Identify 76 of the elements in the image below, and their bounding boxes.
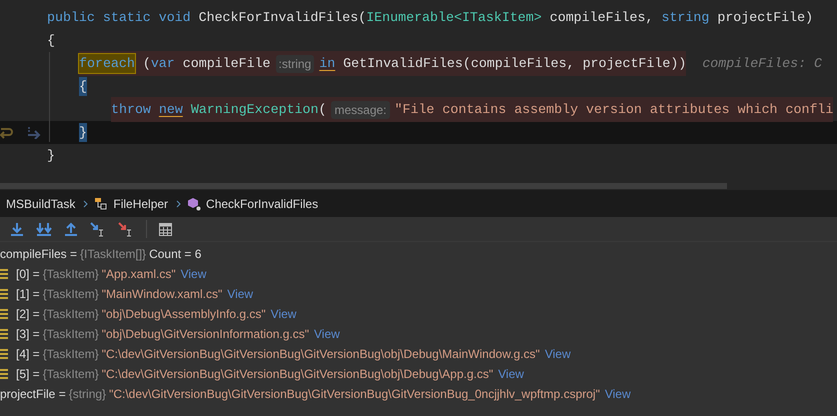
- view-link[interactable]: View: [498, 365, 524, 383]
- keyword: var: [150, 54, 175, 73]
- keyword: foreach: [79, 54, 135, 74]
- parameter-hint: :string: [276, 54, 314, 72]
- field-icon: [0, 349, 8, 359]
- variable-name: [2] =: [16, 306, 40, 323]
- variable-value: "obj\Debug\GitVersionInformation.g.cs": [102, 326, 310, 343]
- parameter-hint: message:: [331, 100, 390, 118]
- code-text: CheckForInvalidFiles(: [198, 8, 366, 27]
- variable-type: {string}: [68, 386, 106, 403]
- code-text: {: [79, 76, 87, 96]
- field-icon: [0, 289, 8, 299]
- field-icon: [0, 329, 8, 339]
- keyword: string: [661, 8, 710, 27]
- variable-value: "App.xaml.cs": [102, 266, 176, 283]
- view-link[interactable]: View: [604, 385, 631, 403]
- keyword: new: [158, 100, 183, 119]
- code-text: (: [318, 100, 326, 119]
- variable-value: "MainWindow.xaml.cs": [102, 286, 222, 303]
- horizontal-scrollbar[interactable]: [0, 183, 727, 189]
- field-icon: [0, 309, 8, 319]
- code-text: projectFile): [716, 8, 814, 27]
- variable-type: {ITaskItem[]}: [80, 246, 146, 263]
- variable-name: [0] =: [16, 266, 40, 283]
- variable-name: [4] =: [16, 346, 40, 363]
- cube-icon: [187, 196, 202, 210]
- keyword: in: [319, 54, 336, 73]
- variable-type: {TaskItem}: [42, 346, 99, 363]
- string-literal: "File contains assembly version attributes which confli: [394, 100, 834, 119]
- view-link[interactable]: View: [314, 325, 340, 343]
- variable-type: {TaskItem}: [42, 366, 99, 383]
- variable-value: Count = 6: [149, 246, 202, 263]
- field-icon: [0, 269, 8, 279]
- code-text: (: [142, 54, 151, 73]
- view-link[interactable]: View: [227, 285, 254, 303]
- code-text: compileFiles,: [548, 8, 654, 27]
- return-arrow-icon[interactable]: [0, 126, 13, 139]
- variable-type: {TaskItem}: [42, 326, 99, 343]
- table-icon[interactable]: [159, 222, 172, 236]
- variable-type: {TaskItem}: [42, 286, 99, 303]
- view-link[interactable]: View: [270, 305, 296, 323]
- breadcrumb-item[interactable]: FileHelper: [113, 194, 168, 212]
- code-text: }: [47, 146, 55, 165]
- variable-type: {TaskItem}: [42, 266, 99, 283]
- view-link[interactable]: View: [180, 265, 206, 283]
- step-up-icon[interactable]: [64, 222, 78, 236]
- code-text: {: [47, 32, 55, 50]
- variable-value: "obj\Debug\AssemblyInfo.g.cs": [102, 306, 266, 323]
- arrow-to-cursor-icon[interactable]: [118, 222, 134, 236]
- code-text: compileFile: [182, 54, 271, 73]
- variable-name: compileFiles =: [0, 246, 78, 263]
- chevron-icon: [176, 200, 182, 208]
- next-statement-arrow-icon[interactable]: [27, 126, 42, 139]
- code-text: GetInvalidFiles(compileFiles, projectFile)): [342, 54, 686, 73]
- code-text: }: [79, 122, 87, 142]
- arrow-to-cursor-icon[interactable]: [90, 222, 106, 236]
- chevron-icon: [83, 200, 90, 208]
- class-icon: [94, 196, 108, 210]
- type-name: IEnumerable<ITaskItem>: [366, 8, 542, 27]
- type-name: WarningException: [190, 100, 318, 119]
- field-icon: [0, 369, 8, 379]
- keyword: public static void: [47, 8, 191, 27]
- variable-name: projectFile =: [0, 386, 66, 403]
- variable-value: "C:\dev\GitVersionBug\GitVersionBug\GitVersionBug\GitVersionBug_0ncjjhlv_wpftmp.csproj": [109, 386, 600, 403]
- variable-name: [3] =: [16, 326, 40, 343]
- view-link[interactable]: View: [544, 345, 571, 363]
- variable-name: [1] =: [16, 286, 40, 303]
- double-step-down-icon[interactable]: [36, 222, 52, 236]
- breadcrumb-item[interactable]: MSBuildTask: [6, 194, 76, 212]
- variable-name: [5] =: [16, 366, 40, 383]
- step-down-icon[interactable]: [10, 222, 24, 236]
- breadcrumb-item[interactable]: CheckForInvalidFiles: [206, 194, 318, 212]
- inline-value: compileFiles: C: [702, 54, 822, 73]
- variable-value: "C:\dev\GitVersionBug\GitVersionBug\GitVersionBug\obj\Debug\App.g.cs": [102, 366, 494, 383]
- variable-value: "C:\dev\GitVersionBug\GitVersionBug\GitVersionBug\obj\Debug\MainWindow.g.cs": [102, 346, 540, 363]
- variable-type: {TaskItem}: [42, 306, 99, 323]
